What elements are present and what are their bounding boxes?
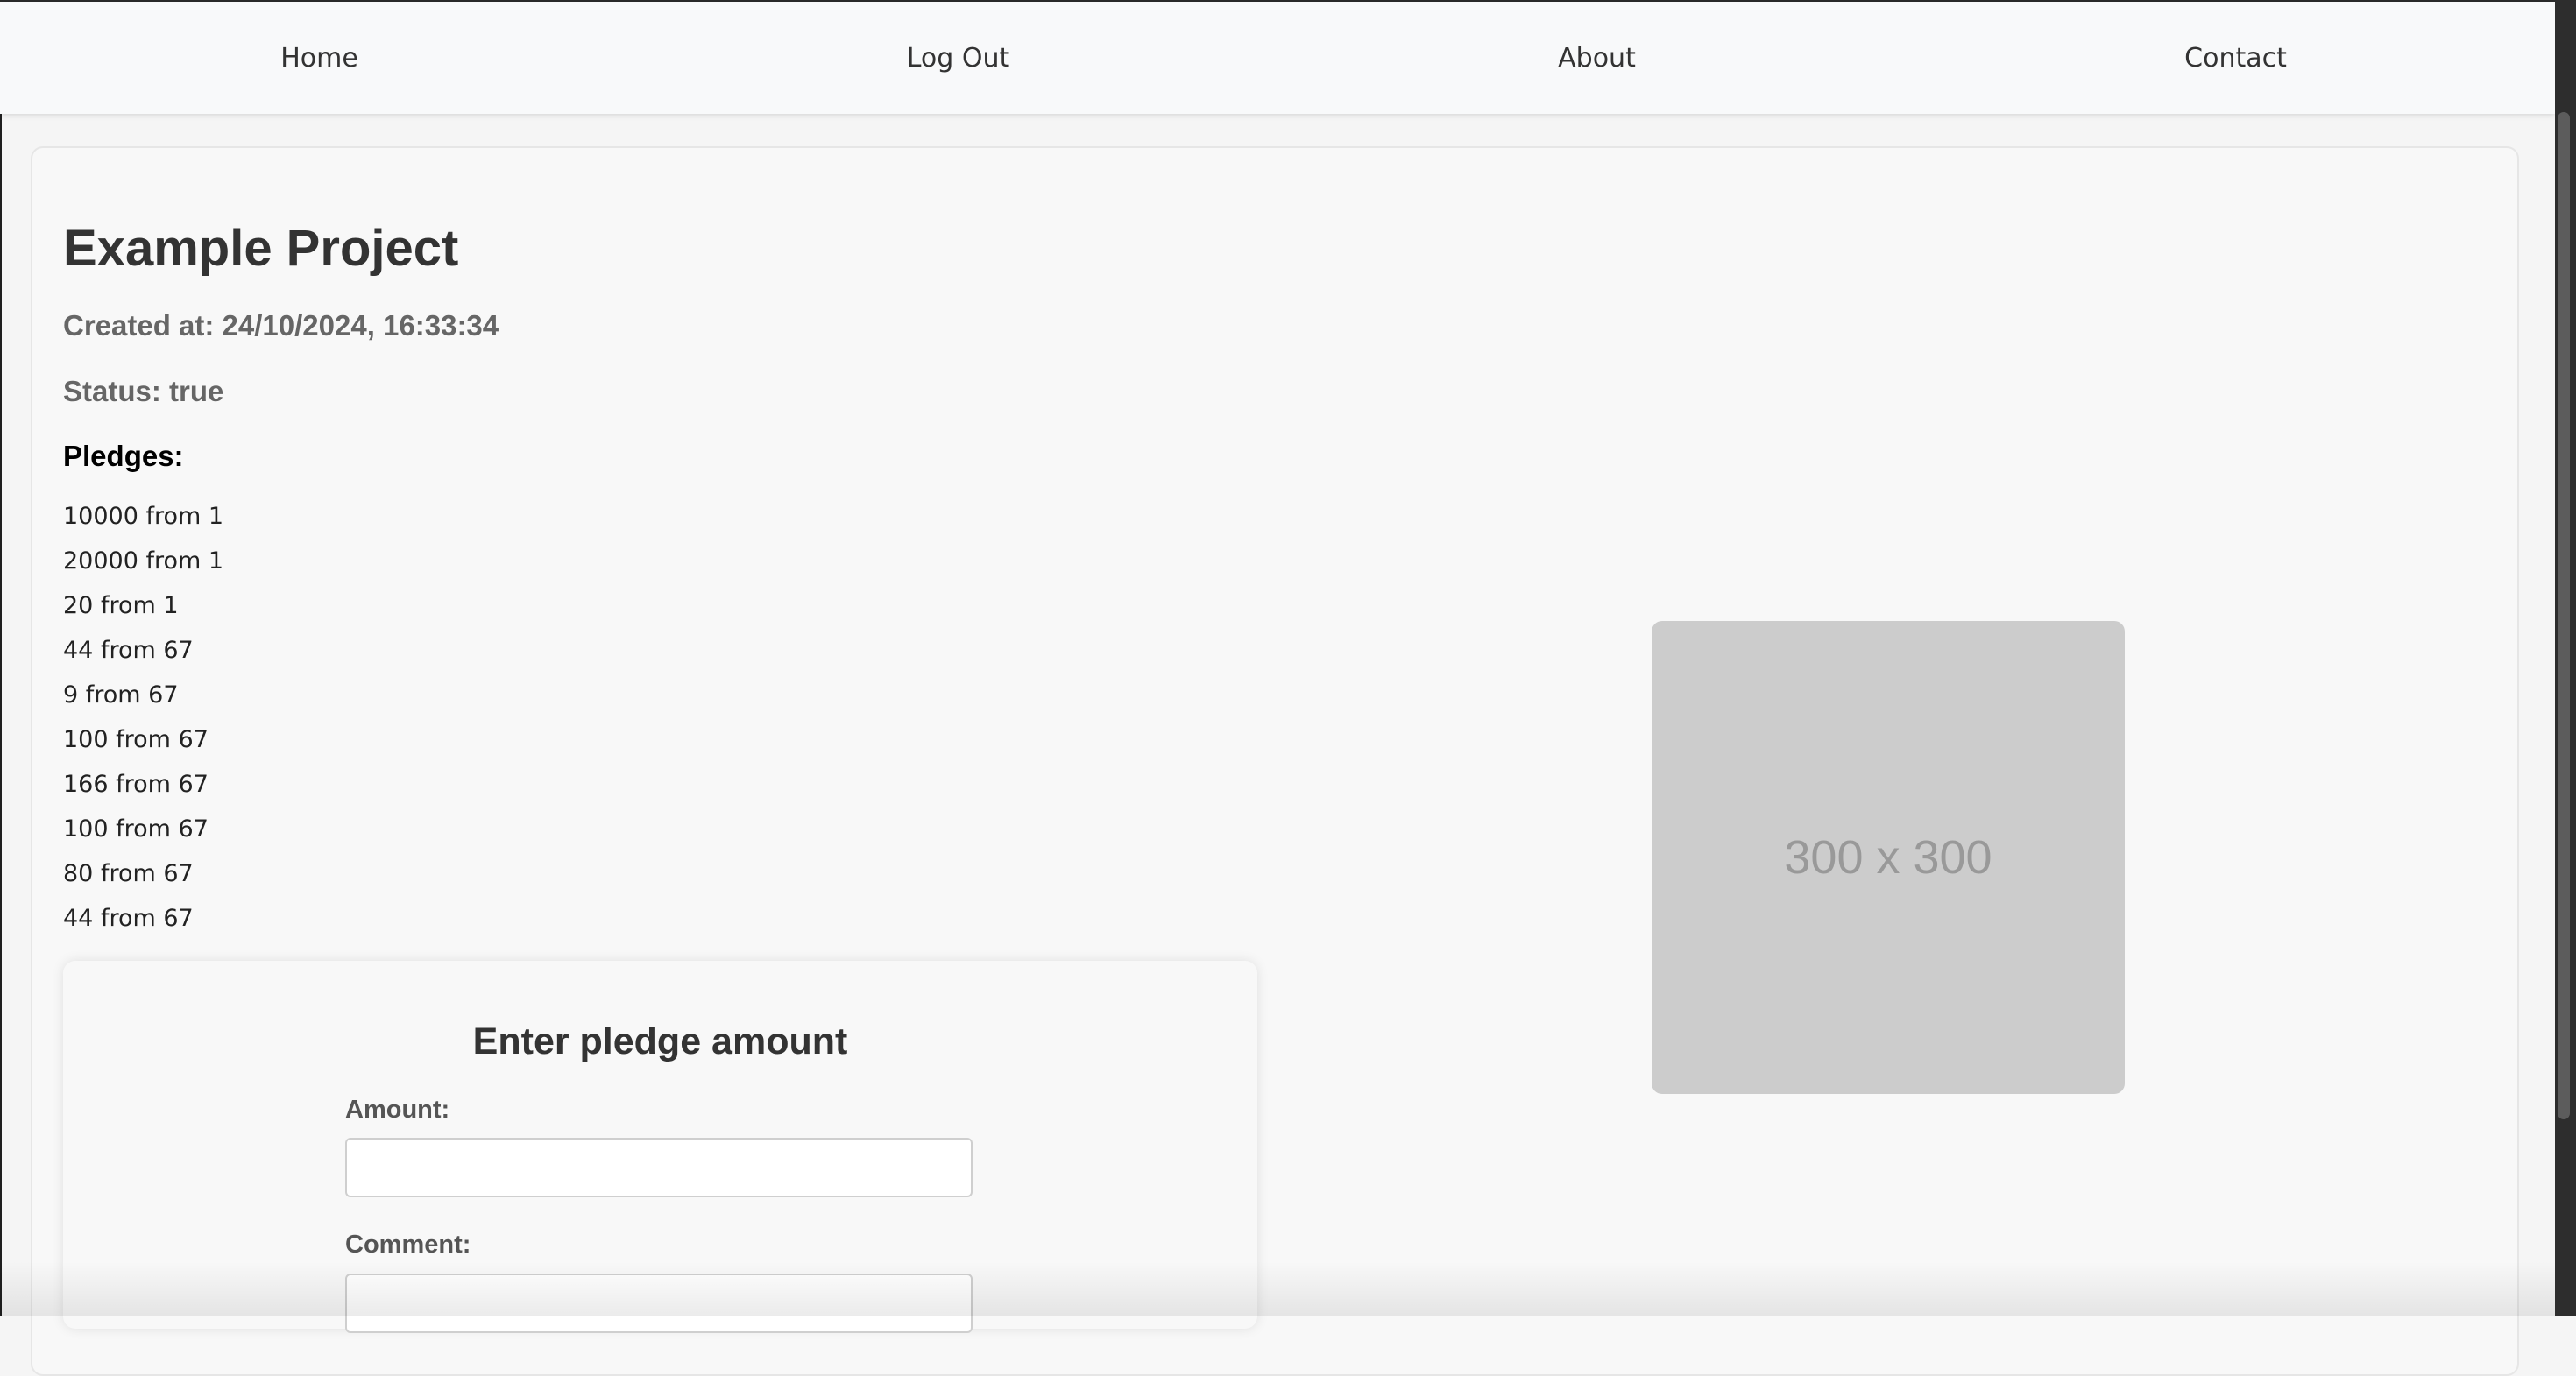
pledge-item: 80 from 67 bbox=[63, 860, 194, 887]
amount-input[interactable] bbox=[345, 1138, 973, 1197]
nav-contact-link[interactable]: Contact bbox=[2105, 43, 2367, 74]
project-image-placeholder: 300 x 300 bbox=[1652, 621, 2125, 1094]
nav-about-link[interactable]: About bbox=[1466, 43, 1729, 74]
pledge-item: 20000 from 1 bbox=[63, 547, 224, 575]
pledge-item: 9 from 67 bbox=[63, 681, 179, 709]
scrollbar-thumb[interactable] bbox=[2558, 112, 2570, 1119]
nav-logout-link[interactable]: Log Out bbox=[827, 43, 1090, 74]
pledge-item: 100 from 67 bbox=[63, 815, 209, 843]
vertical-scrollbar[interactable] bbox=[2555, 0, 2576, 1316]
comment-label: Comment: bbox=[345, 1231, 471, 1259]
pledge-form-title: Enter pledge amount bbox=[472, 1020, 848, 1062]
pledges-heading: Pledges: bbox=[63, 440, 184, 472]
comment-input[interactable] bbox=[345, 1274, 973, 1333]
pledge-item: 10000 from 1 bbox=[63, 503, 224, 530]
pledge-item: 20 from 1 bbox=[63, 592, 179, 619]
amount-label: Amount: bbox=[345, 1096, 450, 1124]
pledge-form: Enter pledge amount Amount: Comment: bbox=[63, 961, 1257, 1333]
created-at-text: Created at: 24/10/2024, 16:33:34 bbox=[63, 309, 499, 342]
navbar: Home Log Out About Contact bbox=[0, 2, 2555, 114]
window-left-border bbox=[0, 114, 2, 1316]
pledge-item: 100 from 67 bbox=[63, 726, 209, 753]
project-title: Example Project bbox=[63, 220, 459, 277]
nav-home-link[interactable]: Home bbox=[188, 43, 451, 74]
image-size-label: 300 x 300 bbox=[1784, 831, 1992, 884]
status-text: Status: true bbox=[63, 375, 224, 407]
pledge-item: 166 from 67 bbox=[63, 771, 209, 798]
pledge-list: 10000 from 1 20000 from 1 20 from 1 44 f… bbox=[63, 502, 223, 949]
pledge-item: 44 from 67 bbox=[63, 637, 194, 664]
pledge-item: 44 from 67 bbox=[63, 905, 194, 932]
